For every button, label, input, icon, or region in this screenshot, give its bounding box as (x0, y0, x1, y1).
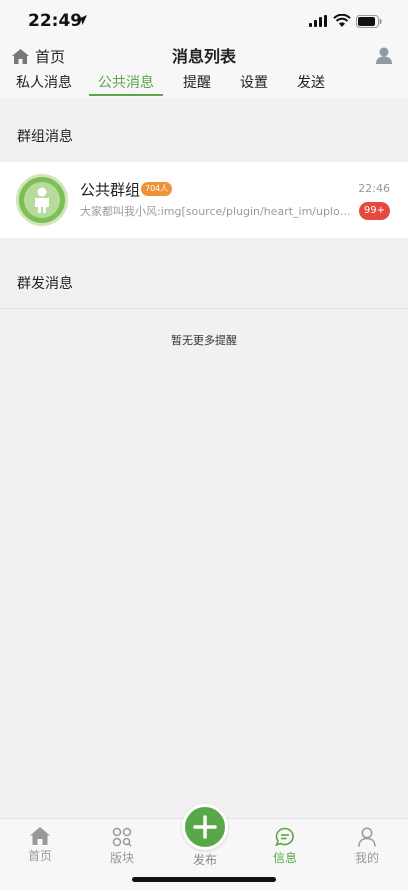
nav-home-label: 首页 (27, 849, 52, 863)
home-icon (30, 827, 50, 845)
tab-private-messages[interactable]: 私人消息 (16, 72, 72, 92)
group-messages-heading: 群组消息 (17, 129, 73, 145)
group-person-icon (24, 182, 60, 218)
forum-icon (112, 827, 132, 847)
publish-label: 发布 (192, 853, 217, 867)
message-icon (275, 827, 294, 847)
section-divider (0, 308, 408, 309)
page: 22:49 首页 消息列表 私人消息 公共消息 提醒 设置 发送 群组消息 公共… (0, 0, 408, 890)
tab-settings[interactable]: 设置 (240, 72, 268, 92)
home-indicator (132, 877, 276, 882)
tab-reminders[interactable]: 提醒 (183, 72, 211, 92)
nav-forum[interactable]: 版块 (94, 827, 150, 866)
nav-profile[interactable]: 我的 (339, 827, 395, 866)
page-title: 消息列表 (171, 47, 236, 66)
group-chat-row[interactable]: 公共群组 704人 大家都叫我小风:img[source/plugin/hear… (0, 162, 408, 238)
battery-icon (356, 15, 382, 28)
group-name: 公共群组 (80, 181, 141, 199)
publish-button[interactable] (182, 804, 228, 850)
wifi-icon (333, 14, 351, 27)
empty-hint: 暂无更多提醒 (171, 334, 237, 347)
nav-forum-label: 版块 (109, 851, 134, 865)
tab-send[interactable]: 发送 (297, 72, 325, 92)
tab-bar: 私人消息 公共消息 提醒 设置 发送 (0, 70, 408, 98)
broadcast-messages-heading: 群发消息 (17, 276, 73, 292)
last-message-preview: 大家都叫我小风:img[source/plugin/heart_im/uploa… (80, 205, 354, 218)
nav-profile-label: 我的 (354, 851, 379, 865)
group-avatar (16, 174, 68, 226)
person-icon (358, 827, 376, 847)
member-count-badge: 704人 (141, 182, 173, 196)
user-profile-button[interactable] (376, 47, 392, 68)
active-tab-indicator (89, 94, 163, 96)
nav-messages[interactable]: 信息 (257, 827, 313, 866)
status-time: 22:49 (28, 11, 83, 31)
nav-home[interactable]: 首页 (12, 827, 68, 864)
tab-public-messages[interactable]: 公共消息 (98, 72, 154, 92)
message-time: 22:46 (358, 182, 390, 195)
cellular-signal-icon (309, 15, 327, 27)
unread-count-badge: 99+ (358, 202, 390, 220)
location-arrow-icon (77, 15, 87, 25)
user-icon (376, 47, 392, 64)
plus-icon (193, 815, 217, 839)
nav-messages-label: 信息 (272, 851, 297, 865)
